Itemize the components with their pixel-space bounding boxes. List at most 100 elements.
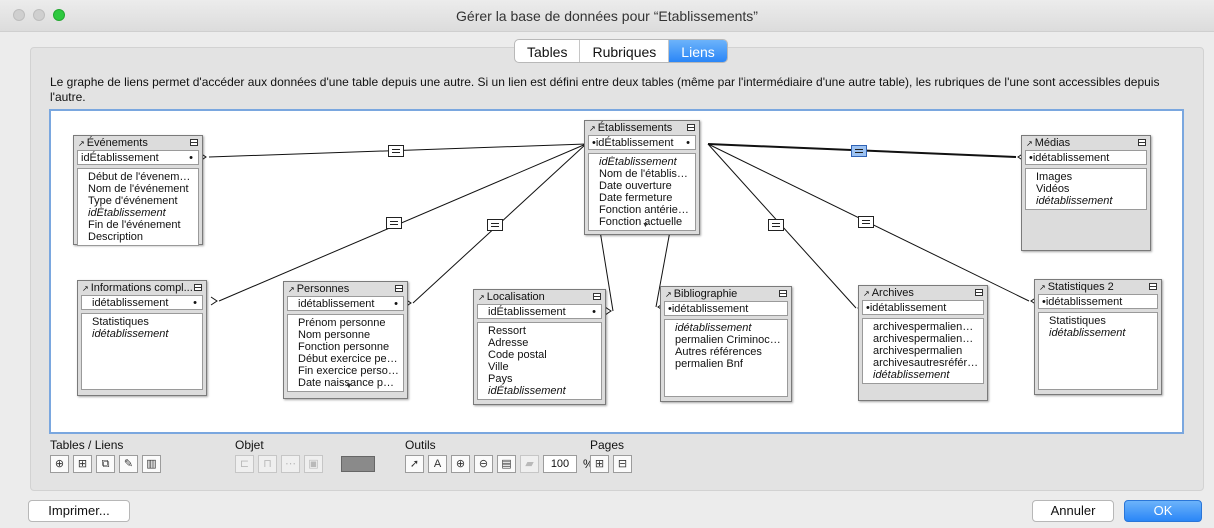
table-archives[interactable]: ↗ Archives •idétablissement archivesperma…: [858, 285, 988, 401]
table-title: Médias: [1034, 137, 1071, 149]
duplicate-icon[interactable]: ⧉: [96, 455, 115, 473]
relationship-marker[interactable]: [388, 145, 404, 157]
scroll-more-icon[interactable]: ▼: [642, 220, 649, 232]
relationship-marker[interactable]: [386, 217, 402, 229]
field: idÉtablissement: [599, 156, 677, 168]
table-title: Personnes: [296, 283, 350, 295]
field: Début exercice pers...: [298, 353, 399, 365]
add-link-icon[interactable]: ⊞: [73, 455, 92, 473]
table-menu-icon[interactable]: [687, 124, 695, 131]
field: Ressort: [488, 325, 526, 337]
key-field[interactable]: •idétablissement: [862, 300, 984, 315]
field: Ville: [488, 361, 509, 373]
table-title: Statistiques 2: [1047, 281, 1114, 293]
add-table-icon[interactable]: ⊕: [50, 455, 69, 473]
field: archivespermalien: [873, 345, 963, 357]
tab-tables[interactable]: Tables: [515, 40, 581, 62]
table-bibliographie[interactable]: ↗ Bibliographie •idétablissement idétabli…: [660, 286, 792, 402]
relationship-marker[interactable]: [768, 219, 784, 231]
field: idÉtablissement: [88, 207, 166, 219]
field: archivespermalienGal...: [873, 333, 979, 345]
print-button[interactable]: Imprimer...: [28, 500, 130, 522]
field: Pays: [488, 373, 513, 385]
zoom-level-field[interactable]: 100: [543, 455, 577, 473]
field: idÉtablissement: [488, 385, 566, 397]
field: Adresse: [488, 337, 529, 349]
table-title: Informations compl...: [90, 282, 193, 294]
table-menu-icon[interactable]: [779, 290, 787, 297]
tab-liens[interactable]: Liens: [669, 40, 727, 62]
key-field[interactable]: •idÉtablissement •: [588, 135, 696, 150]
table-menu-icon[interactable]: [194, 284, 202, 291]
table-menu-icon[interactable]: [395, 285, 403, 292]
field: permalien Criminocor...: [675, 334, 783, 346]
key-field[interactable]: •idétablissement: [1038, 294, 1158, 309]
field: Nom personne: [298, 329, 371, 341]
toolbar-group-pages: Pages ⊞ ⊟: [590, 438, 632, 473]
scroll-more-icon[interactable]: ▼: [346, 381, 353, 393]
delete-trash-icon[interactable]: ▥: [142, 455, 161, 473]
field: Prénom personne: [298, 317, 386, 329]
table-etablissements[interactable]: ↗ Établissements •idÉtablissement • idÉtab…: [584, 120, 700, 235]
table-title: Bibliographie: [673, 288, 738, 300]
align-top-icon[interactable]: ⊓: [258, 455, 277, 473]
table-informations[interactable]: ↗ Informations compl... idétablissement • …: [77, 280, 207, 396]
field-list: Ressort Adresse Code postal Ville Pays i…: [477, 322, 602, 400]
zoom-in-icon[interactable]: ⊕: [451, 455, 470, 473]
key-field[interactable]: idétablissement •: [81, 295, 203, 310]
highlight-icon[interactable]: ▰: [520, 455, 539, 473]
field: Fin exercice personne: [298, 365, 399, 377]
resize-icon[interactable]: ▣: [304, 455, 323, 473]
key-field[interactable]: •idétablissement: [664, 301, 788, 316]
field: Fonction antérieure: [599, 204, 691, 216]
key-field[interactable]: •idétablissement: [1025, 150, 1147, 165]
link-informations[interactable]: [218, 143, 587, 302]
field: idétablissement: [1036, 195, 1113, 207]
toolbar-group-objet: Objet ⊏ ⊓ ⋯ ▣: [235, 438, 375, 473]
title-bar: Gérer la base de données pour “Etablisse…: [0, 0, 1214, 32]
zoom-out-icon[interactable]: ⊖: [474, 455, 493, 473]
key-field[interactable]: idÉtablissement •: [477, 304, 602, 319]
field: idétablissement: [92, 328, 169, 340]
tab-rubriques[interactable]: Rubriques: [580, 40, 670, 62]
key-field[interactable]: idétablissement •: [287, 296, 404, 311]
table-localisation[interactable]: ↗ Localisation idÉtablissement • Ressort A…: [473, 289, 606, 405]
page-setup-icon[interactable]: ⊟: [613, 455, 632, 473]
field: idétablissement: [873, 369, 950, 381]
toolbar-group-outils: Outils ➚ A ⊕ ⊖ ▤ ▰ 100 %: [405, 438, 594, 473]
field: Début de l'évenement: [88, 171, 194, 183]
text-tool-icon[interactable]: A: [428, 455, 447, 473]
table-menu-icon[interactable]: [975, 289, 983, 296]
table-personnes[interactable]: ↗ Personnes idétablissement • Prénom perso…: [283, 281, 408, 399]
distribute-icon[interactable]: ⋯: [281, 455, 300, 473]
tab-bar: Tables Rubriques Liens: [514, 39, 728, 63]
table-evenements[interactable]: ↗ Événements idÉtablissement • Début de l'…: [73, 135, 203, 246]
ok-button[interactable]: OK: [1124, 500, 1202, 522]
table-menu-icon[interactable]: [190, 139, 198, 146]
field: Code postal: [488, 349, 547, 361]
toolbar-label: Outils: [405, 438, 436, 452]
window-title: Gérer la base de données pour “Etablisse…: [456, 8, 758, 24]
relationships-graph[interactable]: ↗ Événements idÉtablissement • Début de l'…: [49, 109, 1184, 434]
pointer-tool-icon[interactable]: ➚: [405, 455, 424, 473]
align-left-icon[interactable]: ⊏: [235, 455, 254, 473]
table-medias[interactable]: ↗ Médias •idétablissement Images Vidéos i…: [1021, 135, 1151, 251]
table-menu-icon[interactable]: [1138, 139, 1146, 146]
relationship-marker-selected[interactable]: [851, 145, 867, 157]
field: Vidéos: [1036, 183, 1070, 195]
fit-view-icon[interactable]: ▤: [497, 455, 516, 473]
color-swatch[interactable]: [341, 456, 375, 472]
relationship-marker[interactable]: [487, 219, 503, 231]
table-menu-icon[interactable]: [1149, 283, 1157, 290]
cancel-button[interactable]: Annuler: [1032, 500, 1114, 522]
relationship-marker[interactable]: [858, 216, 874, 228]
page-grid-icon[interactable]: ⊞: [590, 455, 609, 473]
field: Nom de l'événement: [88, 183, 189, 195]
table-title: Établissements: [597, 122, 673, 134]
table-statistiques-2[interactable]: ↗ Statistiques 2 •idétablissement Statist…: [1034, 279, 1162, 395]
table-title: Événements: [86, 137, 148, 149]
table-title: Localisation: [486, 291, 545, 303]
key-field[interactable]: idÉtablissement •: [77, 150, 199, 165]
table-menu-icon[interactable]: [593, 293, 601, 300]
edit-pencil-icon[interactable]: ✎: [119, 455, 138, 473]
